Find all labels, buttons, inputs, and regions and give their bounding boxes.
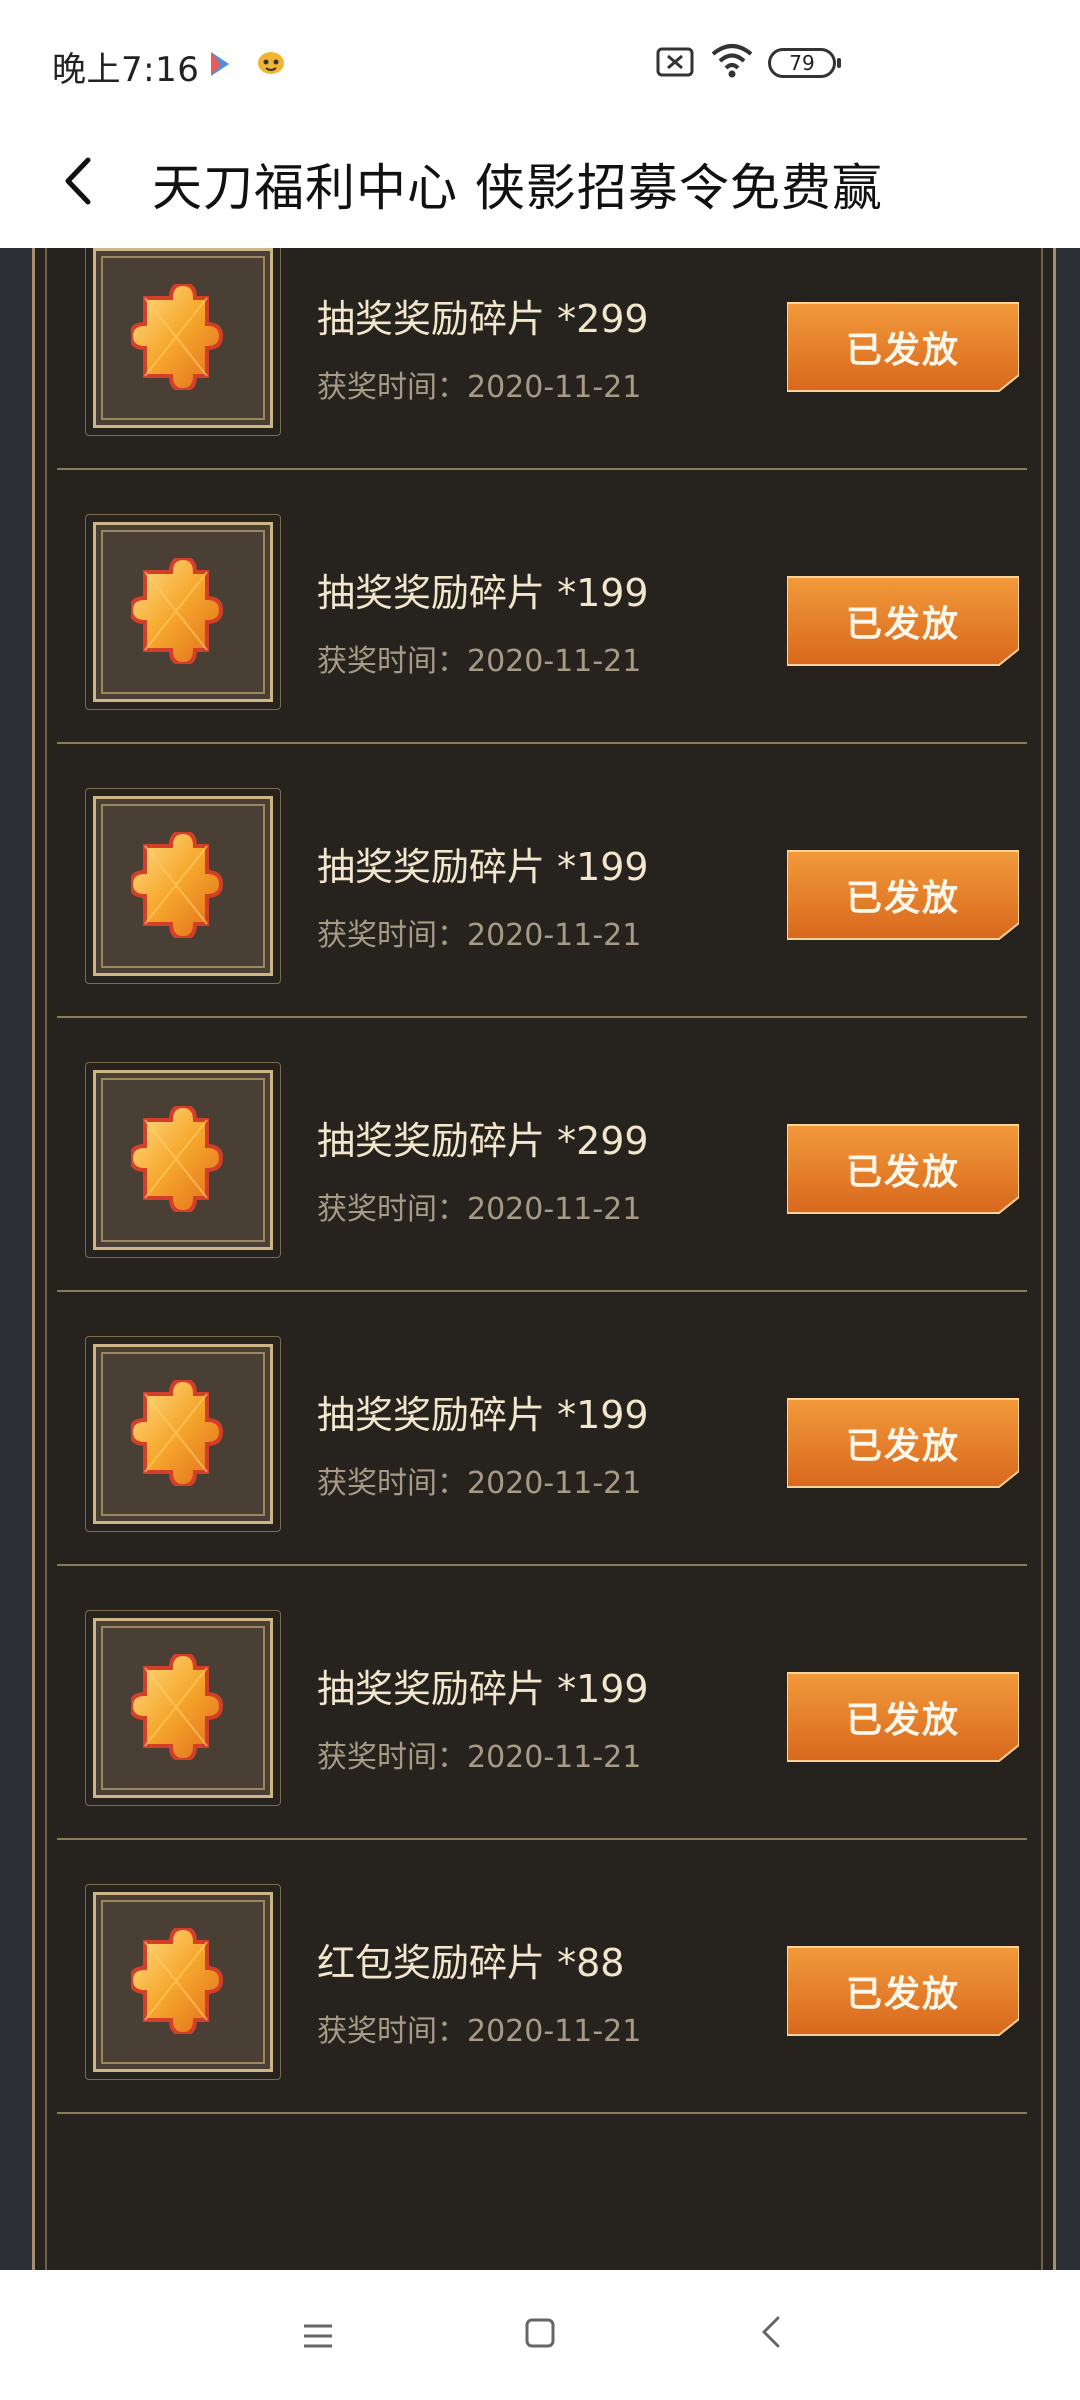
- reward-record-row: 抽奖奖励碎片 *199 获奖时间：2020-11-21 已发放: [57, 744, 1027, 1018]
- status-label: 已发放: [845, 604, 960, 645]
- reward-time: 获奖时间：2020-11-21: [317, 1740, 642, 1775]
- distributed-status-button[interactable]: 已发放: [787, 575, 1019, 667]
- status-label: 已发放: [845, 878, 960, 919]
- app-notification-icon: [256, 48, 286, 80]
- reward-time: 获奖时间：2020-11-21: [317, 2014, 642, 2049]
- reward-icon-frame: [85, 1336, 281, 1532]
- reward-record-row: 抽奖奖励碎片 *199 获奖时间：2020-11-21 已发放: [57, 470, 1027, 744]
- reward-record-row: 抽奖奖励碎片 *199 获奖时间：2020-11-21 已发放: [57, 1566, 1027, 1840]
- reward-icon-frame: [85, 514, 281, 710]
- system-nav-bar: [0, 2270, 1080, 2400]
- puzzle-piece-icon: [131, 1106, 224, 1212]
- reward-title: 红包奖励碎片 *88: [317, 1941, 625, 1985]
- reward-title: 抽奖奖励碎片 *199: [317, 845, 649, 889]
- reward-title: 抽奖奖励碎片 *199: [317, 1393, 649, 1437]
- reward-record-row: 抽奖奖励碎片 *199 获奖时间：2020-11-21 已发放: [57, 1292, 1027, 1566]
- reward-icon-frame: [85, 1884, 281, 2080]
- reward-time: 获奖时间：2020-11-21: [317, 370, 642, 405]
- back-button[interactable]: [50, 146, 120, 216]
- reward-title: 抽奖奖励碎片 *299: [317, 297, 649, 341]
- distributed-status-button[interactable]: 已发放: [787, 849, 1019, 941]
- puzzle-piece-icon: [131, 1654, 224, 1760]
- home-icon[interactable]: [522, 2315, 558, 2355]
- reward-icon-frame: [85, 248, 281, 436]
- status-label: 已发放: [845, 1700, 960, 1741]
- status-label: 已发放: [845, 1152, 960, 1193]
- puzzle-piece-icon: [131, 558, 224, 664]
- reward-record-row: 抽奖奖励碎片 *299 获奖时间：2020-11-21 已发放: [57, 1018, 1027, 1292]
- reward-panel: 抽奖奖励碎片 *? 获奖时间：2020-11-22 已发放: [32, 248, 1056, 2270]
- status-label: 已发放: [845, 330, 960, 371]
- distributed-status-button[interactable]: 已发放: [787, 1397, 1019, 1489]
- sim-off-icon: [656, 46, 696, 82]
- reward-record-row: 抽奖奖励碎片 *299 获奖时间：2020-11-21 已发放: [57, 248, 1027, 470]
- reward-title: 抽奖奖励碎片 *199: [317, 571, 649, 615]
- battery-icon: 79: [768, 48, 841, 78]
- wifi-icon: [710, 42, 754, 82]
- reward-record-row: 红包奖励碎片 *88 获奖时间：2020-11-21 已发放: [57, 1840, 1027, 2114]
- reward-time: 获奖时间：2020-11-21: [317, 1466, 642, 1501]
- reward-title: 抽奖奖励碎片 *299: [317, 1119, 649, 1163]
- puzzle-piece-icon: [131, 1928, 224, 2034]
- menu-icon[interactable]: [300, 2318, 336, 2358]
- reward-icon-frame: [85, 1610, 281, 1806]
- status-label: 已发放: [845, 1426, 960, 1467]
- distributed-status-button[interactable]: 已发放: [787, 1945, 1019, 2037]
- status-bar: 晚上7:16 79: [0, 0, 1080, 128]
- play-store-notification-icon: [208, 50, 232, 82]
- puzzle-piece-icon: [131, 832, 224, 938]
- reward-icon-frame: [85, 788, 281, 984]
- reward-record-list: 抽奖奖励碎片 *? 获奖时间：2020-11-22 已发放: [57, 248, 1027, 2114]
- reward-time: 获奖时间：2020-11-21: [317, 918, 642, 953]
- reward-time: 获奖时间：2020-11-21: [317, 644, 642, 679]
- reward-title: 抽奖奖励碎片 *199: [317, 1667, 649, 1711]
- status-time: 晚上7:16: [52, 50, 200, 90]
- distributed-status-button[interactable]: 已发放: [787, 301, 1019, 393]
- distributed-status-button[interactable]: 已发放: [787, 1123, 1019, 1215]
- reward-time: 获奖时间：2020-11-21: [317, 1192, 642, 1227]
- puzzle-piece-icon: [131, 284, 224, 390]
- back-icon[interactable]: [754, 2314, 790, 2354]
- page-title: 天刀福利中心 侠影招募令免费赢: [152, 159, 883, 217]
- puzzle-piece-icon: [131, 1380, 224, 1486]
- reward-list-area[interactable]: 抽奖奖励碎片 *? 获奖时间：2020-11-22 已发放: [0, 248, 1080, 2270]
- app-header: 天刀福利中心 侠影招募令免费赢: [0, 128, 1080, 248]
- status-label: 已发放: [845, 1974, 960, 2015]
- distributed-status-button[interactable]: 已发放: [787, 1671, 1019, 1763]
- reward-icon-frame: [85, 1062, 281, 1258]
